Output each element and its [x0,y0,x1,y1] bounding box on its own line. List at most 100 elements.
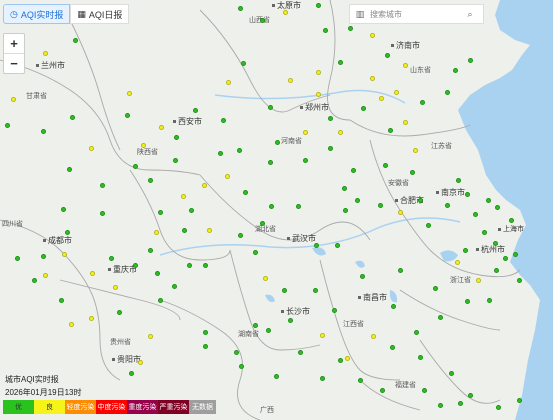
station-marker[interactable] [319,375,325,381]
station-marker[interactable] [268,203,274,209]
station-marker[interactable] [265,327,271,333]
station-marker[interactable] [393,89,399,95]
station-marker[interactable] [68,321,74,327]
legend-level-severe[interactable]: 严重污染 [158,400,189,414]
station-marker[interactable] [494,204,500,210]
station-marker[interactable] [154,270,160,276]
tab-aqi-daily[interactable]: ▦ AQI日报 [70,4,130,24]
station-marker[interactable] [262,275,268,281]
legend-level-excellent[interactable]: 优 [3,400,34,414]
station-marker[interactable] [242,189,248,195]
station-marker[interactable] [225,79,231,85]
station-marker[interactable] [421,387,427,393]
station-marker[interactable] [327,115,333,121]
station-marker[interactable] [153,229,159,235]
station-marker[interactable] [370,333,376,339]
station-marker[interactable] [282,9,288,15]
station-marker[interactable] [157,297,163,303]
station-marker[interactable] [472,211,478,217]
station-marker[interactable] [14,255,20,261]
station-marker[interactable] [188,207,194,213]
station-marker[interactable] [140,142,146,148]
station-marker[interactable] [273,373,279,379]
station-marker[interactable] [108,255,114,261]
station-marker[interactable] [378,95,384,101]
station-marker[interactable] [457,400,463,406]
zoom-in-button[interactable]: + [4,34,24,53]
station-marker[interactable] [42,272,48,278]
station-marker[interactable] [319,332,325,338]
station-marker[interactable] [425,222,431,228]
station-marker[interactable] [360,105,366,111]
station-marker[interactable] [516,397,522,403]
search-input[interactable] [370,9,462,19]
legend-level-good[interactable]: 良 [34,400,65,414]
station-marker[interactable] [337,59,343,65]
station-marker[interactable] [516,277,522,283]
station-marker[interactable] [302,129,308,135]
station-marker[interactable] [147,247,153,253]
station-marker[interactable] [267,104,273,110]
station-marker[interactable] [334,242,340,248]
station-marker[interactable] [186,262,192,268]
station-marker[interactable] [417,197,423,203]
station-marker[interactable] [337,129,343,135]
station-marker[interactable] [437,314,443,320]
station-marker[interactable] [40,253,46,259]
station-marker[interactable] [322,27,328,33]
station-marker[interactable] [437,402,443,408]
station-marker[interactable] [313,242,319,248]
station-marker[interactable] [315,2,321,8]
station-marker[interactable] [132,163,138,169]
station-marker[interactable] [88,315,94,321]
station-marker[interactable] [192,107,198,113]
station-marker[interactable] [126,90,132,96]
station-marker[interactable] [342,207,348,213]
station-marker[interactable] [402,62,408,68]
station-marker[interactable] [464,191,470,197]
station-marker[interactable] [344,355,350,361]
station-marker[interactable] [337,357,343,363]
station-marker[interactable] [236,147,242,153]
legend-level-moderate[interactable]: 中度污染 [96,400,127,414]
aqi-map[interactable]: 山西省 山东省 甘肃省 河南省 陕西省 江苏省 安徽省 湖北省 四川省 浙江省 … [0,0,553,420]
station-marker[interactable] [512,251,518,257]
station-marker[interactable] [128,370,134,376]
station-marker[interactable] [158,124,164,130]
station-marker[interactable] [413,329,419,335]
legend-level-light[interactable]: 轻度污染 [65,400,96,414]
station-marker[interactable] [397,267,403,273]
station-marker[interactable] [252,322,258,328]
legend-level-nodata[interactable]: 无数据 [189,400,216,414]
station-marker[interactable] [315,91,321,97]
station-marker[interactable] [382,162,388,168]
legend-level-heavy[interactable]: 重度污染 [127,400,158,414]
search-icon[interactable]: ⌕ [462,9,478,20]
station-marker[interactable] [502,255,508,261]
station-marker[interactable] [347,25,353,31]
station-marker[interactable] [259,17,265,23]
station-marker[interactable] [201,182,207,188]
station-marker[interactable] [4,122,10,128]
station-marker[interactable] [357,377,363,383]
station-marker[interactable] [202,262,208,268]
station-marker[interactable] [171,283,177,289]
station-marker[interactable] [295,203,301,209]
station-marker[interactable] [88,145,94,151]
station-marker[interactable] [58,297,64,303]
zoom-out-button[interactable]: − [4,53,24,73]
station-marker[interactable] [302,157,308,163]
station-marker[interactable] [180,193,186,199]
station-marker[interactable] [432,285,438,291]
station-marker[interactable] [99,210,105,216]
station-marker[interactable] [409,169,415,175]
station-marker[interactable] [173,134,179,140]
station-marker[interactable] [467,392,473,398]
station-marker[interactable] [281,287,287,293]
station-marker[interactable] [238,363,244,369]
station-marker[interactable] [69,114,75,120]
station-marker[interactable] [481,229,487,235]
station-marker[interactable] [331,307,337,313]
station-marker[interactable] [454,259,460,265]
station-marker[interactable] [274,139,280,145]
